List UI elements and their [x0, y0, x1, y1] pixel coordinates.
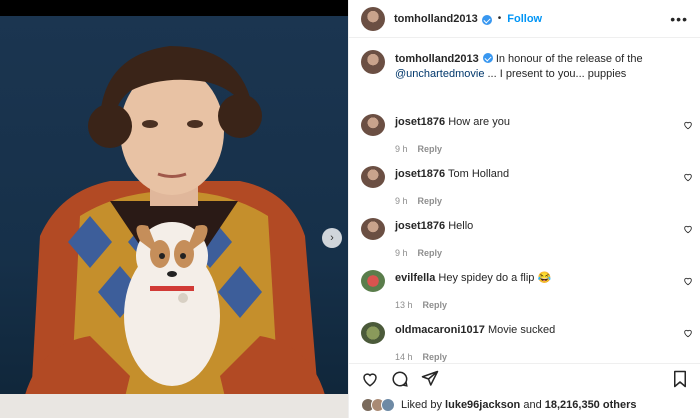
verified-badge-icon — [482, 53, 493, 63]
commenter-avatar[interactable] — [361, 322, 385, 344]
verified-badge-icon — [481, 14, 492, 25]
comment-time: 9 h — [395, 196, 408, 206]
caption-username[interactable]: tomholland2013 — [395, 53, 479, 65]
next-media-button[interactable]: › — [322, 228, 342, 248]
reply-button[interactable]: Reply — [423, 300, 448, 310]
caption-text: tomholland2013 In honour of the release … — [395, 50, 643, 82]
commenter-avatar[interactable] — [361, 270, 385, 292]
post-details-panel: tomholland2013 • Follow ••• tomholland20… — [348, 0, 700, 418]
heart-icon[interactable] — [683, 120, 693, 130]
heart-icon[interactable] — [361, 370, 379, 388]
post-actions-bar — [349, 363, 700, 393]
comments-list: joset1876 How are you 9 h Reply joset1876… — [349, 112, 700, 372]
commenter-avatar[interactable] — [361, 114, 385, 136]
caption-mention[interactable]: @unchartedmovie — [395, 68, 484, 80]
caption-avatar[interactable] — [361, 50, 385, 74]
more-options-icon[interactable]: ••• — [670, 11, 688, 27]
comment-item: joset1876 Tom Holland 9 h Reply — [349, 164, 700, 216]
comment-username[interactable]: joset1876 — [395, 220, 445, 232]
likes-middle: and — [523, 399, 542, 411]
post-caption: tomholland2013 In honour of the release … — [349, 38, 700, 82]
comment-username[interactable]: oldmacaroni1017 — [395, 324, 485, 336]
likes-prefix: Liked by — [401, 399, 442, 411]
post-photo[interactable] — [0, 16, 348, 418]
follow-button[interactable]: Follow — [507, 13, 542, 25]
comment-icon[interactable] — [391, 370, 409, 388]
comment-time: 13 h — [395, 300, 413, 310]
post-header: tomholland2013 • Follow ••• — [349, 0, 700, 38]
comment-text: Hello — [448, 220, 474, 232]
separator-dot: • — [497, 13, 502, 24]
caption-suffix: ... I present to you... puppies — [487, 68, 627, 80]
liker-avatars[interactable] — [361, 398, 395, 412]
likes-count[interactable]: 18,216,350 others — [545, 399, 637, 411]
bookmark-icon[interactable] — [671, 370, 689, 388]
reply-button[interactable]: Reply — [423, 352, 448, 362]
comment-item: joset1876 How are you 9 h Reply — [349, 112, 700, 164]
author-username[interactable]: tomholland2013 — [394, 13, 478, 25]
comment-text: Movie sucked — [487, 324, 556, 336]
instagram-post-view: › tomholland2013 • Follow ••• tomholland… — [0, 0, 700, 418]
post-media: › — [0, 0, 348, 418]
reply-button[interactable]: Reply — [418, 144, 443, 154]
comment-text: Tom Holland — [448, 168, 510, 180]
commenter-avatar[interactable] — [361, 218, 385, 240]
comment-username[interactable]: evilfella — [395, 272, 435, 284]
heart-icon[interactable] — [683, 276, 693, 286]
heart-icon[interactable] — [683, 224, 693, 234]
comment-username[interactable]: joset1876 — [395, 116, 445, 128]
comment-time: 9 h — [395, 248, 408, 258]
photo-illustration — [0, 46, 348, 418]
commenter-avatar[interactable] — [361, 166, 385, 188]
comment-time: 9 h — [395, 144, 408, 154]
share-icon[interactable] — [421, 370, 439, 388]
reply-button[interactable]: Reply — [418, 248, 443, 258]
heart-icon[interactable] — [683, 172, 693, 182]
comment-item: joset1876 Hello 9 h Reply — [349, 216, 700, 268]
caption-prefix: In honour of the release of the — [495, 53, 643, 65]
author-avatar[interactable] — [361, 6, 385, 31]
comment-time: 14 h — [395, 352, 413, 362]
likes-summary: Liked by luke96jackson and 18,216,350 ot… — [361, 398, 636, 412]
comment-username[interactable]: joset1876 — [395, 168, 445, 180]
comment-text: How are you — [448, 116, 510, 128]
reply-button[interactable]: Reply — [418, 196, 443, 206]
comment-item: evilfella Hey spidey do a flip 😂 13 h Rep… — [349, 268, 700, 320]
liker-username[interactable]: luke96jackson — [445, 399, 520, 411]
heart-icon[interactable] — [683, 328, 693, 338]
comment-text: Hey spidey do a flip 😂 — [438, 272, 552, 284]
chevron-right-icon: › — [330, 232, 334, 244]
